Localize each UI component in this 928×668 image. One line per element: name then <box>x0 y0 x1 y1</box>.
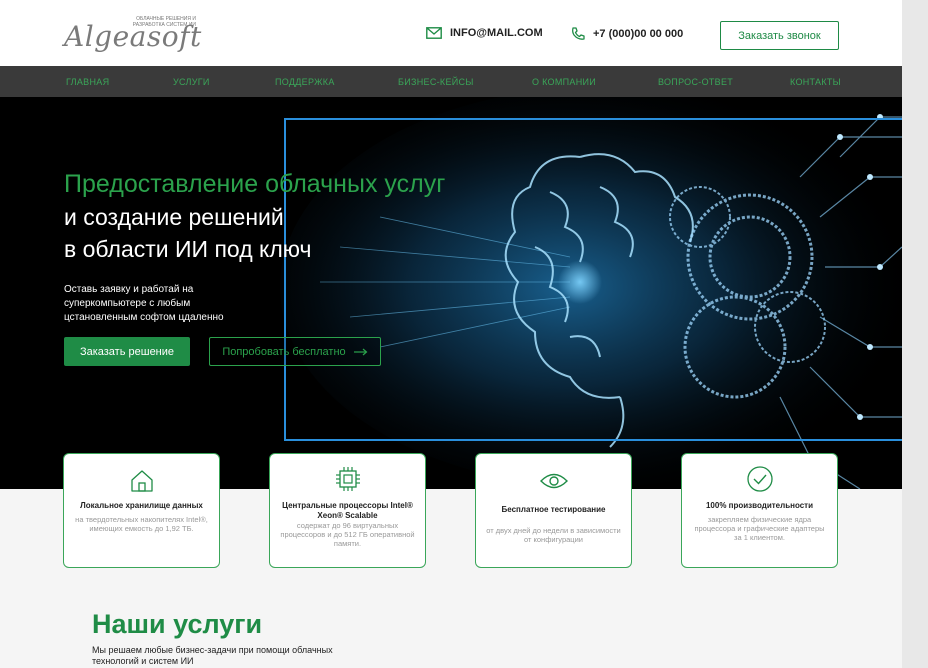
card-title: Локальное хранилище данных <box>80 501 203 510</box>
card-text: на твердотельных накопителях Intel®, име… <box>75 515 208 533</box>
card-title: 100% производительности <box>705 501 814 510</box>
landing-page: Algeasoft облачные решения и разработка … <box>0 0 902 668</box>
site-header: Algeasoft облачные решения и разработка … <box>0 0 902 66</box>
email-text: INFO@MAIL.COM <box>450 27 543 39</box>
card-text: от двух дней до недели в зависимости от … <box>486 526 621 544</box>
services-heading: Наши услуги <box>92 609 263 639</box>
cpu-icon <box>335 467 360 491</box>
logo[interactable]: Algeasoft облачные решения и разработка … <box>64 14 201 54</box>
nav-item-business-cases[interactable]: БИЗНЕС-КЕЙСЫ <box>398 77 474 87</box>
card-title: Бесплатное тестирование <box>501 505 606 514</box>
services-subtitle: Мы решаем любые бизнес-задачи при помощи… <box>92 645 333 666</box>
card-text: закрепляем физические ядра процессора и … <box>694 515 825 542</box>
hero-section: Предоставление облачных услуг и создание… <box>0 97 902 489</box>
nav-item-home[interactable]: ГЛАВНАЯ <box>66 77 109 87</box>
logo-tagline: облачные решения и разработка систем ИИ <box>132 16 196 28</box>
order-solution-button[interactable]: Заказать решение <box>64 337 190 366</box>
nav-item-faq[interactable]: ВОПРОС-ОТВЕТ <box>658 77 733 87</box>
feature-card-cpu: Центральные процессоры Intel® Xeon® Scal… <box>269 453 426 568</box>
try-free-label: Попробовать бесплатно <box>222 345 346 358</box>
main-nav: ГЛАВНАЯ УСЛУГИ ПОДДЕРЖКА БИЗНЕС-КЕЙСЫ О … <box>0 66 902 97</box>
hero-description: Оставь заявку и работай на суперкомпьюте… <box>64 284 224 323</box>
nav-item-about[interactable]: О КОМПАНИИ <box>532 77 596 87</box>
phone-link[interactable]: +7 (000)00 00 000 <box>571 27 683 41</box>
try-free-button[interactable]: Попробовать бесплатно <box>209 337 381 366</box>
nav-item-services[interactable]: УСЛУГИ <box>173 77 210 87</box>
email-link[interactable]: INFO@MAIL.COM <box>426 27 543 39</box>
feature-card-storage: Локальное хранилище данных на твердотель… <box>63 453 220 568</box>
feature-card-performance: 100% производительности закрепляем физич… <box>681 453 838 568</box>
card-text: содержат до 96 виртуальных процессоров и… <box>280 521 415 548</box>
feature-card-testing: Бесплатное тестирование от двух дней до … <box>475 453 632 568</box>
nav-item-contacts[interactable]: КОНТАКТЫ <box>790 77 841 87</box>
callback-button[interactable]: Заказать звонок <box>720 21 839 50</box>
hero-title-line3: в области ИИ под ключ <box>64 236 312 262</box>
card-title: Центральные процессоры Intel® Xeon® Scal… <box>282 501 413 520</box>
mail-icon <box>426 27 442 39</box>
arrow-right-icon <box>353 348 368 355</box>
phone-icon <box>572 27 585 40</box>
hero-frame <box>284 118 902 441</box>
check-circle-icon <box>746 466 773 492</box>
hero-title-highlight: Предоставление облачных услуг <box>64 170 446 198</box>
nav-item-support[interactable]: ПОДДЕРЖКА <box>275 77 335 87</box>
phone-text: +7 (000)00 00 000 <box>593 28 684 40</box>
house-icon <box>130 470 153 492</box>
hero-title-line2: и создание решений <box>64 204 284 230</box>
eye-icon <box>539 473 568 489</box>
